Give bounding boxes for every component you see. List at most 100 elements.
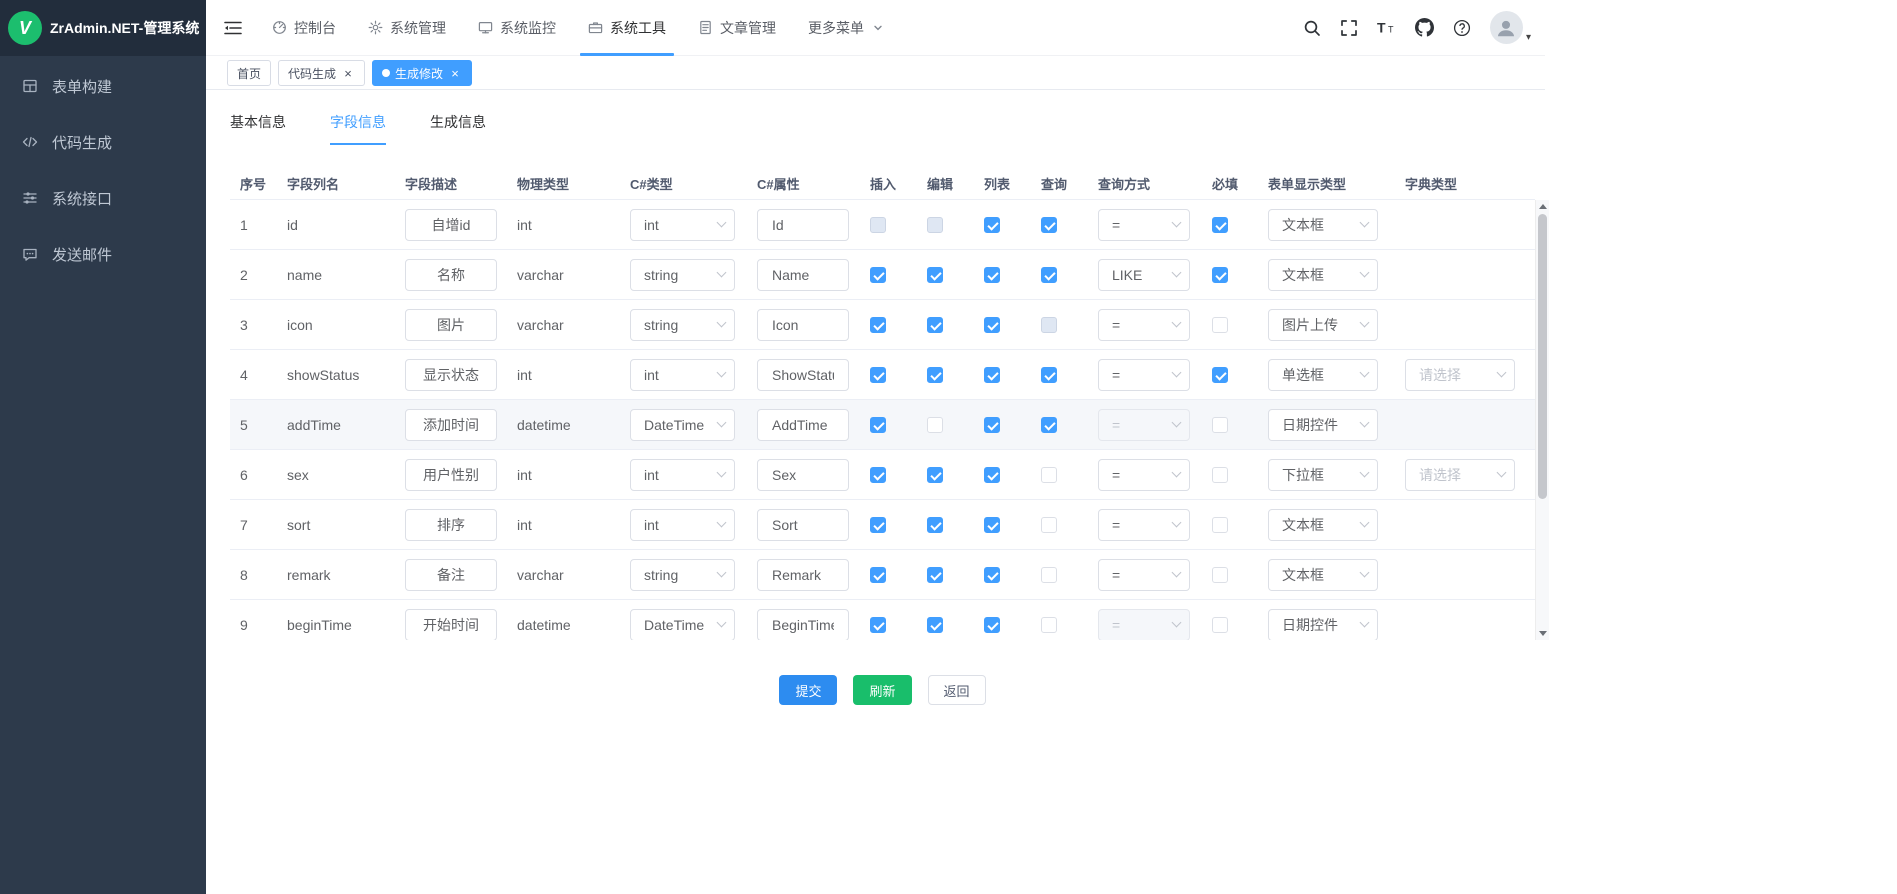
required-checkbox[interactable]	[1212, 417, 1228, 433]
query-checkbox[interactable]	[1041, 267, 1057, 283]
query-method-select[interactable]: =	[1098, 509, 1190, 541]
font-size-icon[interactable]: TT	[1377, 19, 1396, 36]
query-checkbox[interactable]	[1041, 417, 1057, 433]
description-input[interactable]	[405, 559, 497, 591]
tab-gen-info[interactable]: 生成信息	[430, 112, 486, 145]
insert-checkbox[interactable]	[870, 467, 886, 483]
insert-checkbox[interactable]	[870, 567, 886, 583]
edit-checkbox[interactable]	[927, 417, 943, 433]
display-type-select[interactable]: 下拉框	[1268, 459, 1378, 491]
display-type-select[interactable]: 日期控件	[1268, 609, 1378, 641]
required-checkbox[interactable]	[1212, 367, 1228, 383]
query-method-select[interactable]: =	[1098, 559, 1190, 591]
avatar[interactable]	[1490, 11, 1523, 44]
insert-checkbox[interactable]	[870, 517, 886, 533]
query-checkbox[interactable]	[1041, 567, 1057, 583]
sidebar-item-form-build[interactable]: 表单构建	[0, 58, 206, 114]
nav-item-article-manage[interactable]: 文章管理	[682, 0, 792, 56]
edit-checkbox[interactable]	[927, 367, 943, 383]
list-checkbox[interactable]	[984, 517, 1000, 533]
list-checkbox[interactable]	[984, 217, 1000, 233]
nav-item-console[interactable]: 控制台	[256, 0, 352, 56]
query-checkbox[interactable]	[1041, 217, 1057, 233]
dict-type-select[interactable]: 请选择	[1405, 359, 1515, 391]
csharp-type-select[interactable]: int	[630, 359, 735, 391]
required-checkbox[interactable]	[1212, 467, 1228, 483]
csharp-property-input[interactable]	[757, 309, 849, 341]
query-checkbox[interactable]	[1041, 617, 1057, 633]
csharp-type-select[interactable]: int	[630, 209, 735, 241]
description-input[interactable]	[405, 309, 497, 341]
close-icon[interactable]: ×	[448, 66, 462, 80]
dict-type-select[interactable]: 请选择	[1405, 459, 1515, 491]
sidebar-item-code-gen[interactable]: 代码生成	[0, 114, 206, 170]
csharp-property-input[interactable]	[757, 609, 849, 641]
list-checkbox[interactable]	[984, 367, 1000, 383]
scroll-up-arrow-icon[interactable]	[1536, 200, 1549, 213]
tag-home[interactable]: 首页	[227, 60, 271, 86]
query-method-select[interactable]: =	[1098, 459, 1190, 491]
tag-gen-edit[interactable]: 生成修改×	[372, 60, 472, 86]
list-checkbox[interactable]	[984, 267, 1000, 283]
insert-checkbox[interactable]	[870, 317, 886, 333]
csharp-property-input[interactable]	[757, 209, 849, 241]
display-type-select[interactable]: 日期控件	[1268, 409, 1378, 441]
display-type-select[interactable]: 图片上传	[1268, 309, 1378, 341]
insert-checkbox[interactable]	[870, 267, 886, 283]
required-checkbox[interactable]	[1212, 217, 1228, 233]
list-checkbox[interactable]	[984, 417, 1000, 433]
csharp-type-select[interactable]: DateTime	[630, 409, 735, 441]
user-menu[interactable]: ▾	[1490, 11, 1531, 44]
csharp-type-select[interactable]: string	[630, 259, 735, 291]
csharp-property-input[interactable]	[757, 559, 849, 591]
query-method-select[interactable]: =	[1098, 359, 1190, 391]
required-checkbox[interactable]	[1212, 317, 1228, 333]
required-checkbox[interactable]	[1212, 617, 1228, 633]
nav-item-system-monitor[interactable]: 系统监控	[462, 0, 572, 56]
help-icon[interactable]	[1453, 19, 1471, 37]
refresh-button[interactable]: 刷新	[853, 675, 911, 705]
tab-basic-info[interactable]: 基本信息	[230, 112, 286, 145]
scrollbar-thumb[interactable]	[1538, 214, 1547, 499]
query-method-select[interactable]: =	[1098, 309, 1190, 341]
github-icon[interactable]	[1415, 18, 1434, 37]
list-checkbox[interactable]	[984, 567, 1000, 583]
nav-item-system-manage[interactable]: 系统管理	[352, 0, 462, 56]
list-checkbox[interactable]	[984, 317, 1000, 333]
description-input[interactable]	[405, 259, 497, 291]
sidebar-item-system-api[interactable]: 系统接口	[0, 170, 206, 226]
fullscreen-icon[interactable]	[1340, 19, 1358, 37]
submit-button[interactable]: 提交	[779, 675, 837, 705]
csharp-property-input[interactable]	[757, 459, 849, 491]
csharp-property-input[interactable]	[757, 359, 849, 391]
csharp-type-select[interactable]: DateTime	[630, 609, 735, 641]
csharp-property-input[interactable]	[757, 259, 849, 291]
edit-checkbox[interactable]	[927, 567, 943, 583]
query-method-select[interactable]: LIKE	[1098, 259, 1190, 291]
edit-checkbox[interactable]	[927, 617, 943, 633]
description-input[interactable]	[405, 509, 497, 541]
display-type-select[interactable]: 单选框	[1268, 359, 1378, 391]
insert-checkbox[interactable]	[870, 617, 886, 633]
csharp-type-select[interactable]: int	[630, 459, 735, 491]
required-checkbox[interactable]	[1212, 567, 1228, 583]
tab-field-info[interactable]: 字段信息	[330, 112, 386, 145]
csharp-property-input[interactable]	[757, 509, 849, 541]
scroll-down-arrow-icon[interactable]	[1536, 627, 1549, 640]
csharp-type-select[interactable]: string	[630, 559, 735, 591]
tag-code-gen[interactable]: 代码生成×	[278, 60, 365, 86]
display-type-select[interactable]: 文本框	[1268, 259, 1378, 291]
csharp-type-select[interactable]: string	[630, 309, 735, 341]
csharp-property-input[interactable]	[757, 409, 849, 441]
edit-checkbox[interactable]	[927, 517, 943, 533]
close-icon[interactable]: ×	[341, 66, 355, 80]
back-button[interactable]: 返回	[928, 675, 986, 705]
nav-item-more-menu[interactable]: 更多菜单	[792, 0, 899, 56]
sidebar-item-send-mail[interactable]: 发送邮件	[0, 226, 206, 282]
display-type-select[interactable]: 文本框	[1268, 509, 1378, 541]
required-checkbox[interactable]	[1212, 267, 1228, 283]
list-checkbox[interactable]	[984, 467, 1000, 483]
sidebar-toggle-icon[interactable]	[206, 20, 256, 36]
vertical-scrollbar[interactable]	[1535, 200, 1549, 640]
list-checkbox[interactable]	[984, 617, 1000, 633]
